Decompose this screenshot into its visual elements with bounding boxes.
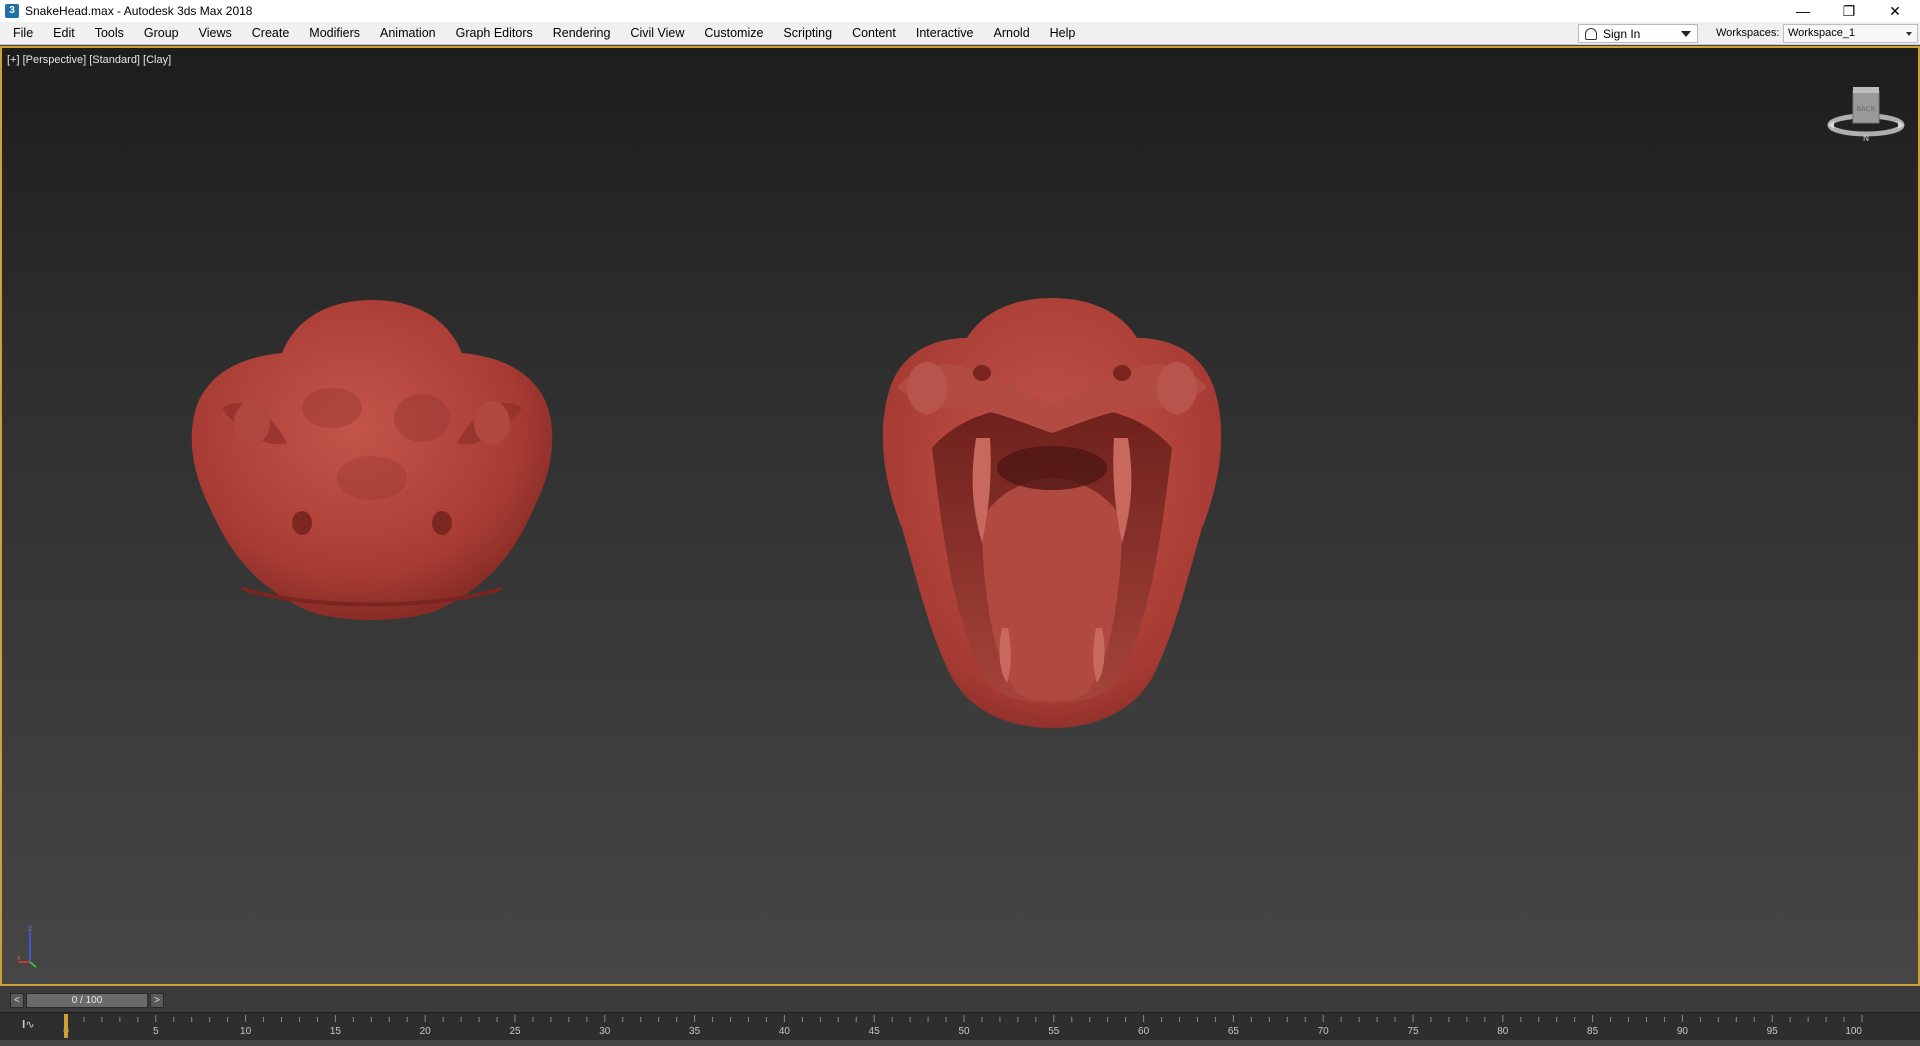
workspaces-label: Workspaces: bbox=[1716, 27, 1780, 39]
menu-customize[interactable]: Customize bbox=[694, 22, 773, 45]
track-bar[interactable]: 𝐈∿ 0510152025303540455055606570758085909… bbox=[0, 1012, 1920, 1040]
menu-interactive[interactable]: Interactive bbox=[906, 22, 984, 45]
chevron-down-icon bbox=[1681, 31, 1691, 37]
compass-north-label: N bbox=[1863, 134, 1869, 143]
menu-graph-editors[interactable]: Graph Editors bbox=[446, 22, 543, 45]
time-slider-bar: < 0 / 100 > 𝐈∿ 0510152025303540455055606… bbox=[0, 986, 1920, 1040]
frame-tick-label: 5 bbox=[153, 1026, 159, 1037]
menu-views[interactable]: Views bbox=[189, 22, 242, 45]
window-title: SnakeHead.max - Autodesk 3ds Max 2018 bbox=[25, 4, 253, 18]
menu-modifiers[interactable]: Modifiers bbox=[299, 22, 370, 45]
frame-tick-label: 60 bbox=[1138, 1026, 1150, 1037]
workspace-dropdown[interactable]: Workspace_1 bbox=[1783, 24, 1918, 43]
viewcube-face-label: BACK bbox=[1856, 106, 1875, 113]
prev-frame-button[interactable]: < bbox=[10, 993, 24, 1008]
sign-in-label: Sign In bbox=[1603, 26, 1641, 41]
menu-content[interactable]: Content bbox=[842, 22, 906, 45]
menu-help[interactable]: Help bbox=[1040, 22, 1086, 45]
app-icon: 3 bbox=[5, 4, 19, 18]
frame-tick-label: 50 bbox=[958, 1026, 970, 1037]
current-frame-marker[interactable] bbox=[64, 1014, 68, 1038]
menu-group[interactable]: Group bbox=[134, 22, 189, 45]
next-frame-button[interactable]: > bbox=[150, 993, 164, 1008]
frame-tick-label: 45 bbox=[869, 1026, 881, 1037]
menu-rendering[interactable]: Rendering bbox=[543, 22, 621, 45]
axis-x-label: x bbox=[17, 955, 21, 962]
workspace-value: Workspace_1 bbox=[1788, 27, 1856, 39]
chevron-down-icon bbox=[1906, 32, 1912, 36]
close-button[interactable]: ✕ bbox=[1872, 0, 1918, 22]
frame-tick-label: 90 bbox=[1677, 1026, 1689, 1037]
frame-tick-label: 10 bbox=[240, 1026, 252, 1037]
frame-tick-label: 70 bbox=[1318, 1026, 1330, 1037]
frame-tick-label: 65 bbox=[1228, 1026, 1240, 1037]
filter-icon[interactable]: 𝐈∿ bbox=[22, 1018, 35, 1032]
frame-tick-label: 20 bbox=[420, 1026, 432, 1037]
menu-edit[interactable]: Edit bbox=[43, 22, 85, 45]
menu-animation[interactable]: Animation bbox=[370, 22, 446, 45]
axis-z-label: z bbox=[28, 924, 32, 933]
title-bar: 3 SnakeHead.max - Autodesk 3ds Max 2018 … bbox=[0, 0, 1920, 22]
time-slider[interactable]: 0 / 100 bbox=[26, 993, 148, 1008]
viewcube-icon[interactable]: BACK N bbox=[1826, 83, 1906, 143]
sign-in-button[interactable]: Sign In bbox=[1578, 24, 1698, 43]
snake-head-closed[interactable] bbox=[182, 298, 562, 638]
frame-tick-label: 15 bbox=[330, 1026, 342, 1037]
snake-head-open[interactable] bbox=[872, 298, 1232, 728]
frame-tick-label: 55 bbox=[1048, 1026, 1060, 1037]
frame-tick-label: 75 bbox=[1407, 1026, 1419, 1037]
user-icon bbox=[1585, 27, 1597, 40]
viewport-label[interactable]: [+] [Perspective] [Standard] [Clay] bbox=[7, 54, 171, 66]
menu-tools[interactable]: Tools bbox=[85, 22, 134, 45]
frame-tick-label: 25 bbox=[509, 1026, 521, 1037]
menu-arnold[interactable]: Arnold bbox=[984, 22, 1040, 45]
minimize-button[interactable]: — bbox=[1780, 0, 1826, 22]
axis-gizmo-icon: z x bbox=[17, 924, 37, 968]
perspective-viewport[interactable]: [+] [Perspective] [Standard] [Clay] BACK… bbox=[0, 46, 1920, 986]
frame-tick-label: 30 bbox=[599, 1026, 611, 1037]
menu-create[interactable]: Create bbox=[242, 22, 300, 45]
menu-file[interactable]: File bbox=[0, 22, 43, 45]
menu-civil-view[interactable]: Civil View bbox=[620, 22, 694, 45]
frame-ruler[interactable]: 0510152025303540455055606570758085909510… bbox=[0, 1013, 1920, 1041]
frame-tick-label: 85 bbox=[1587, 1026, 1599, 1037]
menu-scripting[interactable]: Scripting bbox=[773, 22, 842, 45]
restore-button[interactable]: ❐ bbox=[1826, 0, 1872, 22]
frame-tick-label: 40 bbox=[779, 1026, 791, 1037]
frame-tick-label: 35 bbox=[689, 1026, 701, 1037]
frame-tick-label: 100 bbox=[1845, 1026, 1862, 1037]
frame-tick-label: 95 bbox=[1767, 1026, 1779, 1037]
frame-tick-label: 80 bbox=[1497, 1026, 1509, 1037]
